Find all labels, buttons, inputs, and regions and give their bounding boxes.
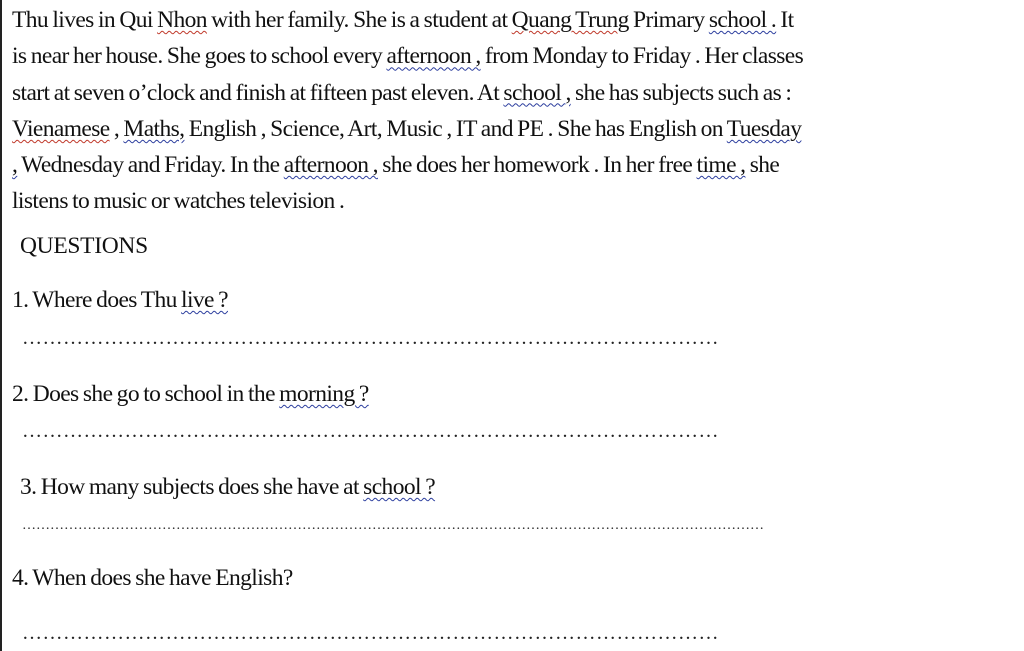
- grammar-word: school ?: [363, 474, 436, 500]
- grammar-word: Tuesday: [726, 115, 802, 142]
- text-run: she: [745, 152, 780, 179]
- passage-line: Vienamese , Maths, English , Science, Ar…: [12, 111, 1024, 147]
- grammar-word: afternoon ,: [386, 43, 481, 70]
- question-2: 2. Does she go to school in the morning …: [12, 381, 369, 408]
- text-run: ,: [109, 115, 124, 142]
- answer-line-3[interactable]: ……………………………………………………………………………………………………………: [22, 518, 898, 534]
- text-run: Thu lives in Qui: [12, 7, 158, 33]
- passage-line: Thu lives in Qui Nhon with her family. S…: [12, 2, 1024, 38]
- text-run: with her family. She is a student at: [206, 7, 512, 33]
- question-4: 4. When does she have English?: [12, 565, 293, 592]
- text-run: she has subjects such as :: [570, 79, 792, 106]
- spellcheck-word: Vienamese: [12, 115, 110, 142]
- grammar-word: morning ?: [279, 381, 369, 407]
- question-text: 2. Does she go to school in the: [12, 381, 280, 407]
- text-run: from Monday to Friday . Her classes: [480, 43, 804, 70]
- spellcheck-word: Nhon: [157, 7, 207, 33]
- text-run: is near her house. She goes to school ev…: [12, 43, 387, 70]
- question-3: 3. How many subjects does she have at sc…: [20, 474, 436, 501]
- spellcheck-word: Quang Trung: [511, 7, 630, 33]
- answer-line-4[interactable]: …………………………………………………………………………………………: [22, 622, 878, 645]
- passage-line: listens to music or watches television .: [12, 183, 1024, 219]
- question-text: 4. When does she have English?: [12, 565, 293, 591]
- questions-heading: QUESTIONS: [20, 233, 148, 259]
- question-1: 1. Where does Thu live ?: [12, 287, 229, 314]
- answer-line-2[interactable]: …………………………………………………………………………………………: [22, 420, 862, 443]
- text-run: English , Science, Art, Music , IT and P…: [184, 115, 727, 142]
- passage-line: start at seven o’clock and finish at fif…: [12, 75, 1024, 111]
- grammar-word: live ?: [181, 287, 229, 313]
- grammar-word: school ,: [503, 79, 571, 106]
- text-run: It: [776, 7, 794, 33]
- question-text: 1. Where does Thu: [12, 287, 182, 313]
- passage-line: , Wednesday and Friday. In the afternoon…: [12, 147, 1024, 183]
- grammar-word: Maths,: [123, 115, 185, 142]
- text-run: she does her homework . In her free: [377, 152, 697, 179]
- text-run: listens to music or watches television .: [12, 188, 345, 215]
- grammar-word: afternoon ,: [283, 152, 379, 179]
- grammar-word: school .: [708, 7, 777, 33]
- answer-line-1[interactable]: …………………………………………………………………………………………: [22, 327, 890, 350]
- text-run: Primary: [628, 7, 709, 33]
- text-run: start at seven o’clock and finish at fif…: [12, 79, 504, 106]
- question-text: 3. How many subjects does she have at: [20, 474, 364, 500]
- document-page: Thu lives in Qui Nhon with her family. S…: [0, 0, 1024, 651]
- grammar-word: time ,: [696, 152, 747, 179]
- passage-line: is near her house. She goes to school ev…: [12, 38, 1024, 74]
- reading-passage: Thu lives in Qui Nhon with her family. S…: [12, 2, 1024, 220]
- text-run: Wednesday and Friday. In the: [17, 152, 284, 179]
